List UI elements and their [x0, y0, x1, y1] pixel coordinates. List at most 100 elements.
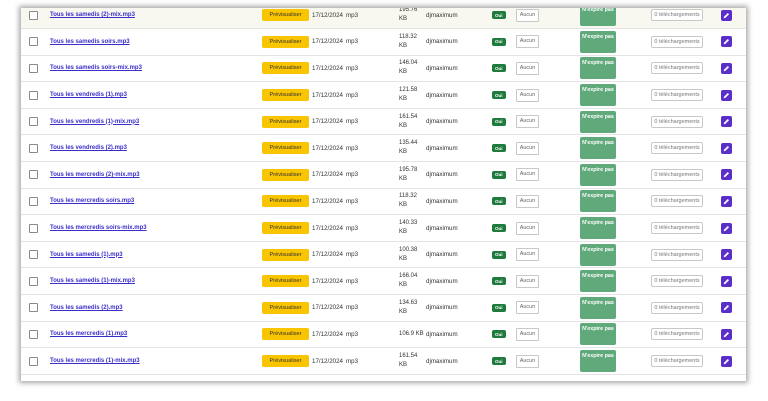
row-checkbox[interactable] — [29, 196, 38, 206]
expire-cell: N'expire pas — [580, 242, 616, 268]
active-badge: Oui — [492, 64, 506, 73]
password-field[interactable]: Aucun — [516, 168, 539, 182]
password-field[interactable]: Aucun — [516, 354, 539, 368]
preview-button[interactable]: Prévisualiser — [262, 35, 309, 48]
file-size-cell: 195.78 KB — [399, 162, 425, 188]
row-checkbox[interactable] — [29, 170, 38, 180]
row-checkbox[interactable] — [29, 276, 38, 286]
file-name-link[interactable]: Tous les mercredis soirs-mix.mp3 — [50, 225, 147, 231]
file-name-cell: Tous les samedis soirs.mp3 — [50, 29, 130, 55]
downloads-count: 0 téléchargements — [651, 195, 703, 208]
table-row: Tous les mercredis soirs.mp3 Prévisualis… — [21, 188, 746, 216]
file-size: 195.76 KB — [399, 8, 418, 23]
row-checkbox[interactable] — [29, 90, 38, 100]
row-checkbox[interactable] — [29, 223, 38, 233]
row-checkbox[interactable] — [29, 63, 38, 73]
password-field[interactable]: Aucun — [516, 301, 539, 315]
preview-button[interactable]: Prévisualiser — [262, 355, 309, 368]
edit-button[interactable] — [721, 328, 732, 340]
edit-button[interactable] — [721, 9, 732, 21]
file-name-link[interactable]: Tous les vendredis (1)-mix.mp3 — [50, 119, 139, 125]
preview-button[interactable]: Prévisualiser — [262, 89, 309, 102]
edit-button[interactable] — [721, 62, 732, 74]
preview-button[interactable]: Prévisualiser — [262, 248, 309, 261]
row-checkbox[interactable] — [29, 303, 38, 313]
file-size: 118.32 KB — [399, 33, 417, 49]
password-field[interactable]: Aucun — [516, 88, 539, 102]
file-name-link[interactable]: Tous les samedis soirs.mp3 — [50, 39, 130, 45]
file-name-link[interactable]: Tous les samedis (2)-mix.mp3 — [50, 12, 135, 18]
file-name-link[interactable]: Tous les samedis soirs-mix.mp3 — [50, 65, 142, 71]
preview-button[interactable]: Prévisualiser — [262, 301, 309, 314]
active-badge: Oui — [492, 117, 506, 126]
edit-button[interactable] — [721, 89, 732, 101]
row-checkbox[interactable] — [29, 329, 38, 339]
edit-button[interactable] — [721, 169, 732, 181]
active-cell: Oui — [492, 215, 506, 241]
file-name-link[interactable]: Tous les samedis (1).mp3 — [50, 252, 123, 258]
edit-button[interactable] — [721, 302, 732, 314]
password-field[interactable]: Aucun — [516, 115, 539, 129]
row-checkbox[interactable] — [29, 37, 38, 47]
edit-button[interactable] — [721, 355, 732, 367]
password-field[interactable]: Aucun — [516, 327, 539, 341]
edit-cell — [721, 109, 732, 135]
owner-name: djmaximum — [426, 118, 458, 126]
preview-button[interactable]: Prévisualiser — [262, 62, 309, 75]
password-field[interactable]: Aucun — [516, 61, 539, 75]
password-field[interactable]: Aucun — [516, 141, 539, 155]
edit-button[interactable] — [721, 195, 732, 207]
file-name-link[interactable]: Tous les mercredis (1).mp3 — [50, 331, 127, 337]
row-checkbox[interactable] — [29, 356, 38, 366]
preview-button[interactable]: Prévisualiser — [262, 195, 309, 208]
preview-button[interactable]: Prévisualiser — [262, 115, 309, 128]
password-field[interactable]: Aucun — [516, 274, 539, 288]
pencil-icon — [723, 92, 730, 98]
file-name-link[interactable]: Tous les mercredis soirs.mp3 — [50, 198, 134, 204]
file-name-link[interactable]: Tous les vendredis (1).mp3 — [50, 92, 127, 98]
preview-cell: Prévisualiser — [262, 82, 309, 108]
preview-button[interactable]: Prévisualiser — [262, 328, 309, 341]
password-field[interactable]: Aucun — [516, 194, 539, 208]
file-name-link[interactable]: Tous les vendredis (2).mp3 — [50, 145, 127, 151]
edit-button[interactable] — [721, 142, 732, 154]
expire-badge: N'expire pas — [580, 217, 616, 240]
preview-cell: Prévisualiser — [262, 322, 309, 348]
edit-button[interactable] — [721, 116, 732, 128]
file-name-cell: Tous les vendredis (1)-mix.mp3 — [50, 109, 139, 135]
row-checkbox[interactable] — [29, 117, 38, 127]
preview-button[interactable]: Prévisualiser — [262, 275, 309, 288]
row-checkbox[interactable] — [29, 250, 38, 260]
active-cell: Oui — [492, 322, 506, 348]
downloads-cell: 0 téléchargements — [651, 8, 703, 28]
preview-button[interactable]: Prévisualiser — [262, 9, 309, 22]
preview-button[interactable]: Prévisualiser — [262, 168, 309, 181]
row-checkbox-cell — [29, 162, 38, 188]
edit-button[interactable] — [721, 275, 732, 287]
edit-cell — [721, 82, 732, 108]
edit-button[interactable] — [721, 249, 732, 261]
edit-button[interactable] — [721, 222, 732, 234]
row-checkbox[interactable] — [29, 10, 38, 20]
password-field[interactable]: Aucun — [516, 35, 539, 49]
preview-button[interactable]: Prévisualiser — [262, 142, 309, 155]
downloads-cell: 0 téléchargements — [651, 109, 703, 135]
file-name-link[interactable]: Tous les samedis (2).mp3 — [50, 305, 123, 311]
active-cell: Oui — [492, 162, 506, 188]
file-name-link[interactable]: Tous les mercredis (1)-mix.mp3 — [50, 358, 140, 364]
file-size-cell: 166.04 KB — [399, 269, 425, 295]
file-name-link[interactable]: Tous les mercredis (2)-mix.mp3 — [50, 172, 140, 178]
password-cell: Aucun — [516, 348, 539, 374]
row-checkbox[interactable] — [29, 143, 38, 153]
password-field[interactable]: Aucun — [516, 221, 539, 235]
pencil-icon — [723, 252, 730, 258]
file-name-link[interactable]: Tous les samedis (1)-mix.mp3 — [50, 278, 135, 284]
password-field[interactable]: Aucun — [516, 248, 539, 262]
edit-cell — [721, 269, 732, 295]
password-field[interactable]: Aucun — [516, 8, 539, 22]
owner-name: djmaximum — [426, 224, 458, 232]
downloads-cell: 0 téléchargements — [651, 295, 703, 321]
preview-button[interactable]: Prévisualiser — [262, 222, 309, 235]
active-cell: Oui — [492, 82, 506, 108]
edit-button[interactable] — [721, 36, 732, 48]
